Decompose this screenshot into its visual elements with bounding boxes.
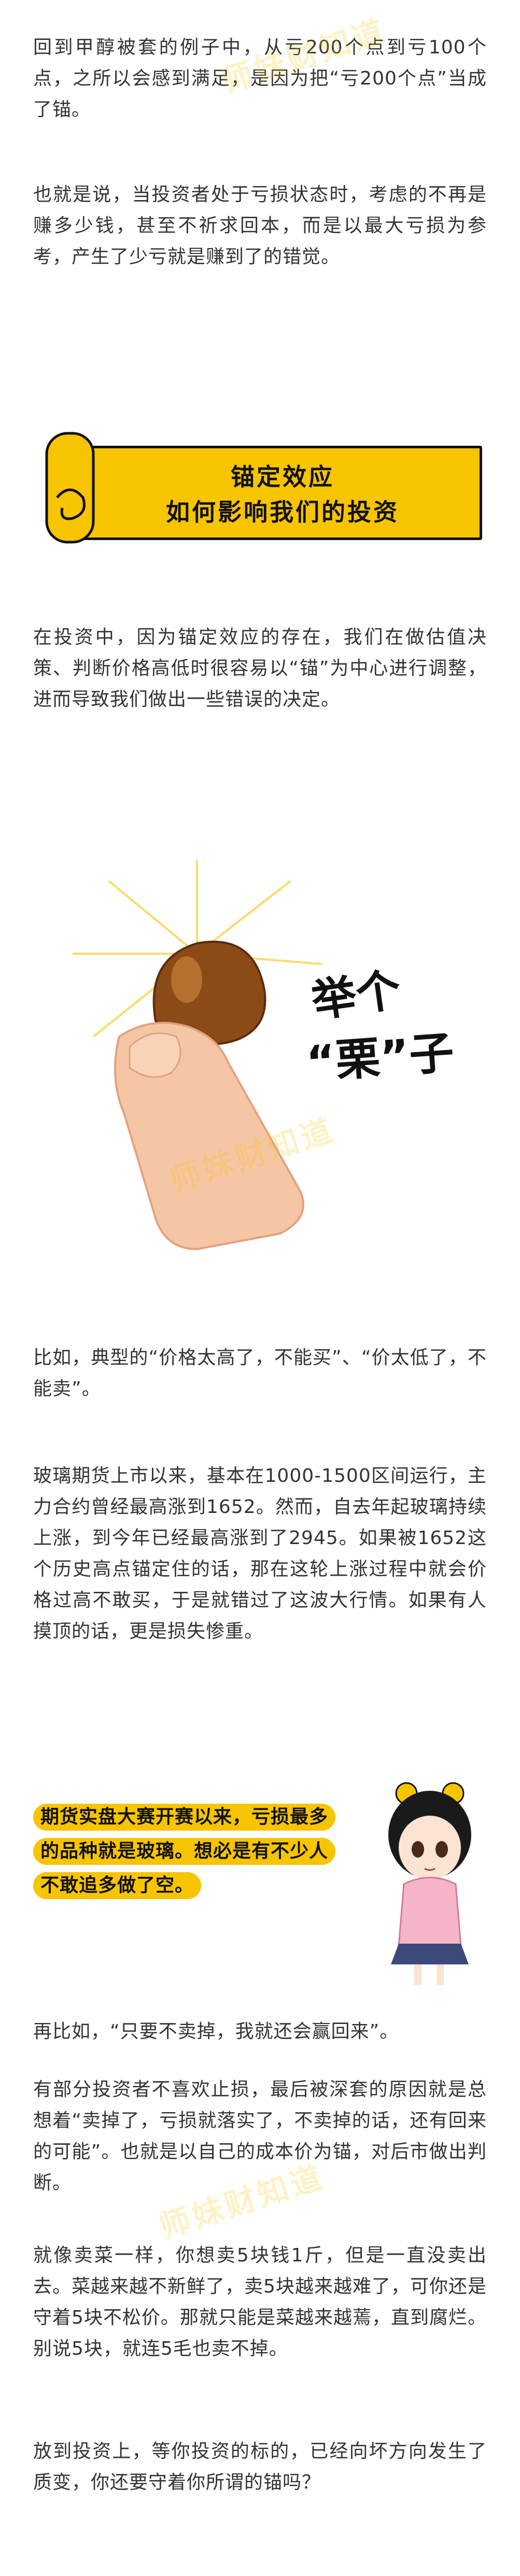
paragraph-typical-phrases: 比如，典型的“价格太高了，不能买”、“价太低了，不能卖”。 <box>33 1347 487 1399</box>
paragraph-never-sell: 再比如，“只要不卖掉，我就还会赢回来”。 <box>33 2021 399 2042</box>
paragraph-closing-question: 放到投资上，等你投资的标的，已经向坏方向发生了质变，你还要守着你所谓的锚吗？ <box>33 2441 487 2493</box>
chestnut-illustration: 举个 “栗”子 师妹财知道 <box>0 850 520 1259</box>
caption-line2: “栗”子 <box>304 1027 456 1089</box>
banner-title-line1: 锚定效应 <box>231 463 334 491</box>
paragraph-anchoring-in-investing: 在投资中，因为锚定效应的存在，我们在做估值决策、判断价格高低时很容易以“锚”为中… <box>33 627 487 710</box>
caption-line1: 举个 <box>308 964 404 1028</box>
highlight-callout: 期货实盘大赛开赛以来，亏损最多 的品种就是玻璃。想必是有不少人 不敢追多做了空。 <box>33 1782 500 1985</box>
highlight-line3: 不敢追多做了空。 <box>33 1872 202 1899</box>
paragraph-illusion: 也就是说，当投资者处于亏损状态时，考虑的不再是赚多少钱，甚至不祈求回本，而是以最… <box>33 184 487 267</box>
cartoon-girl-icon <box>388 1782 471 1985</box>
paragraph-vegetable-analogy: 就像卖菜一样，你想卖5块钱1斤，但是一直没卖出去。菜越来越不新鲜了，卖5块越来越… <box>33 2245 487 2359</box>
highlight-line1: 期货实盘大赛开赛以来，亏损最多 <box>33 1804 336 1831</box>
paragraph-glass-futures: 玻璃期货上市以来，基本在1000-1500区间运行，主力合约曾经最高涨到1652… <box>33 1465 487 1642</box>
highlight-line2: 的品种就是玻璃。想必是有不少人 <box>33 1838 336 1865</box>
section-banner: 锚定效应 如何影响我们的投资 <box>36 430 488 546</box>
banner-title-line2: 如何影响我们的投资 <box>166 498 399 526</box>
